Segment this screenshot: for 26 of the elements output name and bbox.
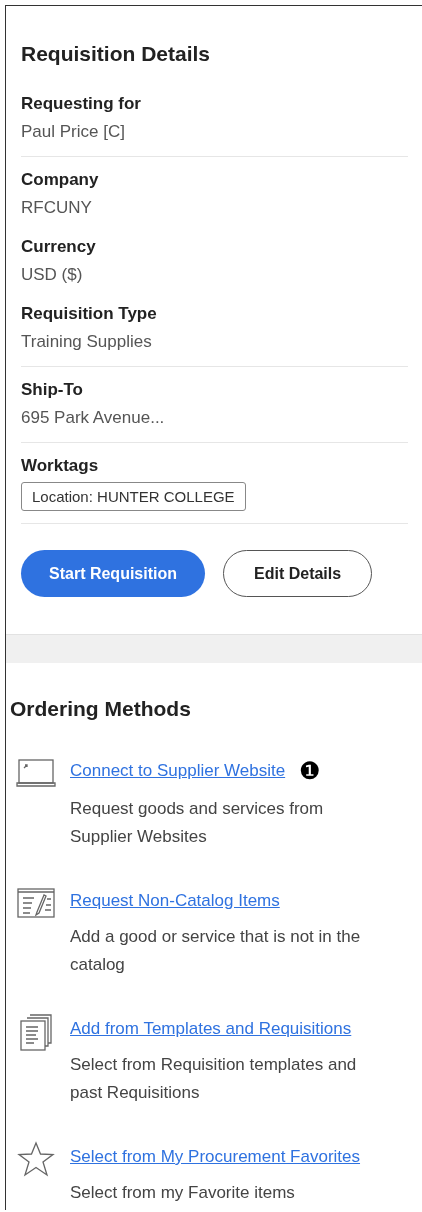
method-link[interactable]: Connect to Supplier Website [70, 761, 286, 781]
method-link[interactable]: Select from My Procurement Favorites [70, 1147, 361, 1167]
method-link[interactable]: Request Non-Catalog Items [70, 891, 280, 911]
method-description: Add a good or service that is not in the catalog [70, 926, 362, 976]
section-title: Ordering Methods [10, 697, 192, 721]
callout-number: ❶ [299, 759, 322, 783]
worktag: Location: HUNTER COLLEGE [21, 482, 246, 511]
field-label: Worktags [21, 455, 100, 477]
method-description: Select from my Favorite items [70, 1182, 296, 1204]
method-description: Select from Requisition templates and past Requisitions [70, 1054, 358, 1104]
field-value: Training Supplies [21, 331, 153, 353]
field-label: Requesting for [21, 93, 142, 115]
field-label: Requisition Type [21, 303, 158, 325]
edit-details-button[interactable]: Edit Details [223, 550, 373, 597]
field-value: USD ($) [21, 264, 84, 286]
field-value: RFCUNY [21, 197, 93, 219]
field-label: Company [21, 169, 100, 191]
field-label: Ship-To [21, 379, 84, 401]
method-link[interactable]: Add from Templates and Requisitions [70, 1019, 352, 1039]
method-description: Request goods and services from Supplier Websites [70, 798, 325, 848]
section-title: Requisition Details [21, 42, 212, 66]
star-icon [16, 1139, 56, 1179]
field-value: Paul Price [C] [21, 121, 126, 143]
field-value: 695 Park Avenue... [21, 407, 166, 429]
start-requisition-button[interactable]: Start Requisition [21, 550, 205, 597]
field-label: Currency [21, 236, 97, 258]
